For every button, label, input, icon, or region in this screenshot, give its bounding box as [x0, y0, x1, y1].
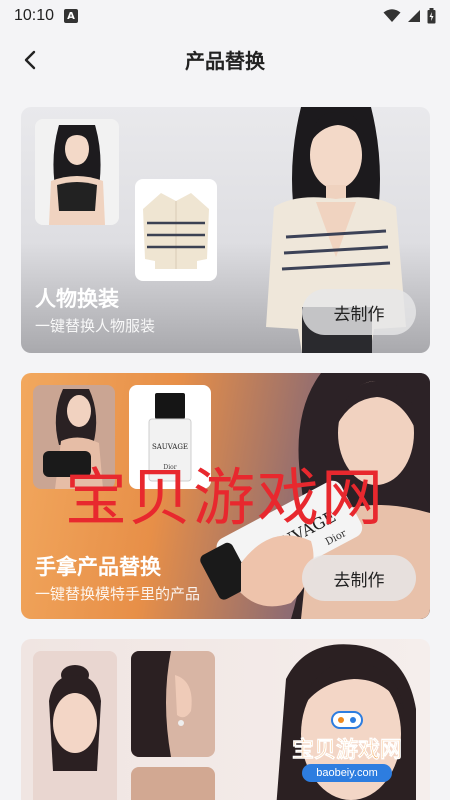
thumb-neck [131, 767, 215, 800]
status-time: 10:10 [14, 7, 55, 24]
watermark-logo: 宝贝游戏网 baobeiy.com [272, 708, 422, 788]
battery-icon [427, 8, 436, 24]
wifi-icon [383, 9, 401, 22]
card-title: 手拿产品替换 [35, 555, 161, 579]
make-button[interactable]: 去制作 [302, 289, 416, 335]
page-title: 产品替换 [185, 48, 265, 73]
top-nav: 产品替换 [0, 34, 450, 84]
gamepad-icon [331, 711, 363, 729]
watermark-logo-text: 宝贝游戏网 [291, 738, 403, 764]
back-arrow-icon [24, 50, 36, 70]
back-button[interactable] [14, 44, 46, 76]
thumb-cardigan [135, 179, 217, 281]
card-outfit-swap[interactable]: 人物换装 一键替换人物服装 去制作 [21, 107, 430, 353]
make-button[interactable]: 去制作 [302, 555, 416, 601]
watermark-text: 宝贝游戏网 [64, 461, 385, 534]
status-icons [383, 8, 436, 24]
card-subtitle: 一键替换人物服装 [35, 317, 156, 335]
watermark-url: baobeiy.com [302, 764, 392, 782]
card-title: 人物换装 [35, 287, 119, 311]
thumb-earring [131, 651, 215, 757]
thumb-woman-portrait [33, 651, 117, 800]
card-subtitle: 一键替换模特手里的产品 [35, 585, 201, 603]
signal-icon [408, 10, 420, 22]
notification-icon: A [64, 9, 79, 23]
status-bar: 10:10 A [0, 0, 450, 32]
thumb-woman-black-top [35, 119, 119, 225]
